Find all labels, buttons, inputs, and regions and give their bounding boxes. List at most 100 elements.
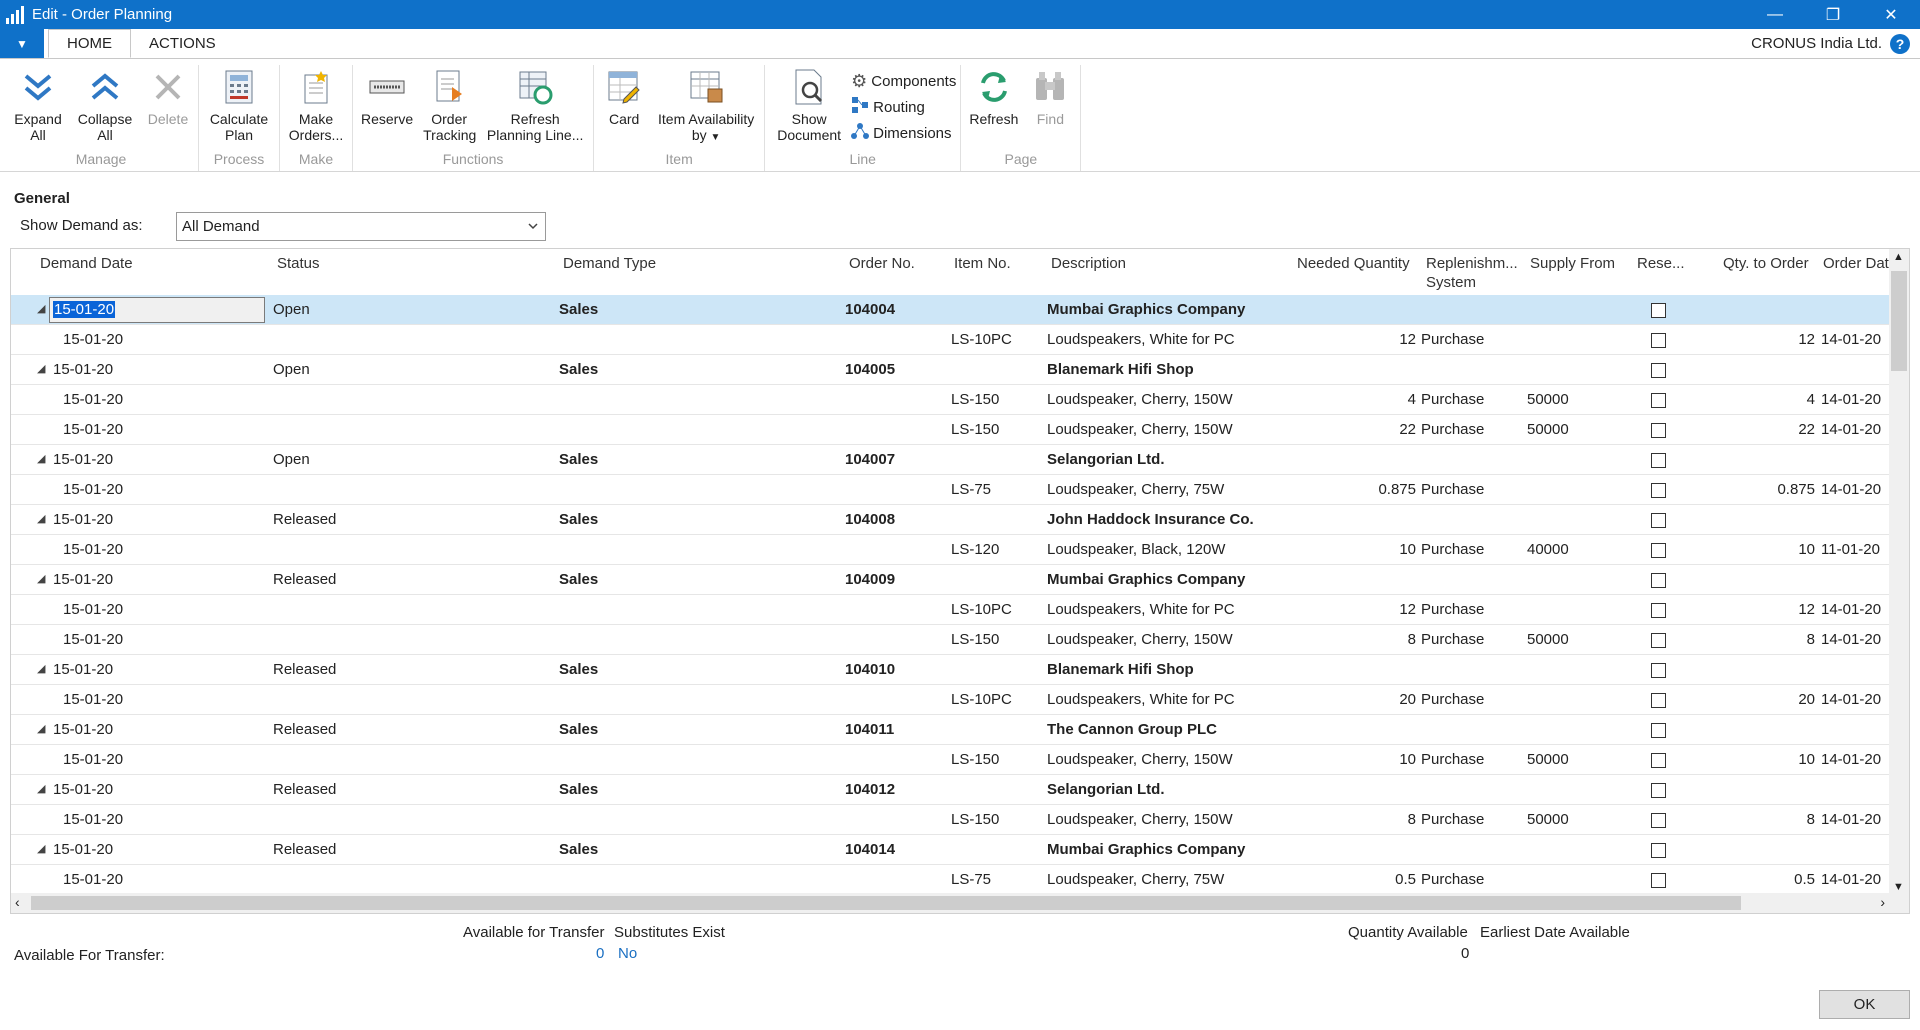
collapse-triangle-icon[interactable]: ◢ <box>37 842 45 855</box>
needed-quantity-cell[interactable]: 12 <box>1399 331 1416 348</box>
description-cell[interactable]: Mumbai Graphics Company <box>1047 571 1245 588</box>
description-cell[interactable]: Loudspeaker, Cherry, 75W <box>1047 871 1224 888</box>
reserve-checkbox[interactable] <box>1651 453 1666 468</box>
demand-date-cell[interactable]: 15-01-20 <box>63 601 123 618</box>
reserve-checkbox[interactable] <box>1651 603 1666 618</box>
demand-date-cell[interactable]: 15-01-20 <box>63 691 123 708</box>
reserve-checkbox[interactable] <box>1651 663 1666 678</box>
demand-type-cell[interactable]: Sales <box>559 661 598 678</box>
replenishment-cell[interactable]: Purchase <box>1421 751 1484 768</box>
qty-to-order-cell[interactable]: 22 <box>1798 421 1815 438</box>
order-date-cell[interactable]: 14-01-20 <box>1821 751 1881 768</box>
item-no-cell[interactable]: LS-150 <box>951 631 999 648</box>
description-cell[interactable]: Loudspeaker, Cherry, 150W <box>1047 811 1233 828</box>
help-icon[interactable]: ? <box>1890 33 1910 54</box>
replenishment-cell[interactable]: Purchase <box>1421 331 1484 348</box>
demand-type-cell[interactable]: Sales <box>559 721 598 738</box>
reserve-checkbox[interactable] <box>1651 393 1666 408</box>
reserve-checkbox[interactable] <box>1651 303 1666 318</box>
planning-line-row[interactable]: 15-01-20 LS-75 Loudspeaker, Cherry, 75W 0.5… <box>11 865 1889 895</box>
order-no-cell[interactable]: 104004 <box>845 301 895 318</box>
find-button[interactable]: Find <box>1024 65 1076 151</box>
demand-row[interactable]: ◢ 15-01-20 Released Sales 104010 Blanemark Hi… <box>11 655 1889 685</box>
status-cell[interactable]: Released <box>273 571 336 588</box>
demand-row[interactable]: ◢ 15-01-20 Open Sales 104004 Mumbai Graphics … <box>11 295 1889 325</box>
order-date-cell[interactable]: 14-01-20 <box>1821 391 1881 408</box>
expand-all-button[interactable]: Expand All <box>8 65 68 151</box>
vertical-scrollbar[interactable]: ▲ ▼ <box>1889 249 1909 895</box>
item-no-cell[interactable]: LS-10PC <box>951 601 1012 618</box>
order-no-cell[interactable]: 104012 <box>845 781 895 798</box>
order-no-cell[interactable]: 104011 <box>845 721 894 738</box>
col-replenishment-system[interactable]: Replenishm... System <box>1426 254 1518 292</box>
needed-quantity-cell[interactable]: 10 <box>1399 541 1416 558</box>
qty-to-order-cell[interactable]: 12 <box>1798 601 1815 618</box>
demand-row[interactable]: ◢ 15-01-20 Open Sales 104007 Selangorian Ltd. <box>11 445 1889 475</box>
planning-line-row[interactable]: 15-01-20 LS-120 Loudspeaker, Black, 120W 10… <box>11 535 1889 565</box>
description-cell[interactable]: Mumbai Graphics Company <box>1047 841 1245 858</box>
col-qty-to-order[interactable]: Qty. to Order <box>1723 254 1809 273</box>
replenishment-cell[interactable]: Purchase <box>1421 811 1484 828</box>
available-transfer-value[interactable]: 0 <box>596 945 604 962</box>
demand-row[interactable]: ◢ 15-01-20 Released Sales 104009 Mumbai Graph… <box>11 565 1889 595</box>
needed-quantity-cell[interactable]: 4 <box>1408 391 1416 408</box>
needed-quantity-cell[interactable]: 8 <box>1408 631 1416 648</box>
reserve-checkbox[interactable] <box>1651 333 1666 348</box>
description-cell[interactable]: Loudspeaker, Cherry, 150W <box>1047 631 1233 648</box>
order-date-cell[interactable]: 11-01-20 <box>1821 541 1880 558</box>
horizontal-scroll-thumb[interactable] <box>31 896 1741 910</box>
reserve-checkbox[interactable] <box>1651 573 1666 588</box>
order-tracking-button[interactable]: Order Tracking <box>419 65 479 151</box>
col-order-no[interactable]: Order No. <box>849 254 915 273</box>
demand-type-cell[interactable]: Sales <box>559 841 598 858</box>
ok-button[interactable]: OK <box>1819 990 1910 1019</box>
status-cell[interactable]: Open <box>273 451 310 468</box>
description-cell[interactable]: Loudspeaker, Black, 120W <box>1047 541 1225 558</box>
item-no-cell[interactable]: LS-150 <box>951 751 999 768</box>
order-no-cell[interactable]: 104009 <box>845 571 895 588</box>
replenishment-cell[interactable]: Purchase <box>1421 871 1484 888</box>
demand-date-cell[interactable]: 15-01-20 <box>53 511 113 528</box>
qty-to-order-cell[interactable]: 8 <box>1807 631 1815 648</box>
order-no-cell[interactable]: 104005 <box>845 361 895 378</box>
planning-line-row[interactable]: 15-01-20 LS-75 Loudspeaker, Cherry, 75W 0.8… <box>11 475 1889 505</box>
demand-date-cell[interactable]: 15-01-20 <box>53 571 113 588</box>
reserve-checkbox[interactable] <box>1651 783 1666 798</box>
replenishment-cell[interactable]: Purchase <box>1421 481 1484 498</box>
needed-quantity-cell[interactable]: 0.5 <box>1395 871 1416 888</box>
demand-date-cell[interactable]: 15-01-20 <box>53 451 113 468</box>
col-supply-from[interactable]: Supply From <box>1530 254 1615 273</box>
qty-to-order-cell[interactable]: 0.875 <box>1777 481 1815 498</box>
demand-type-cell[interactable]: Sales <box>559 451 598 468</box>
col-demand-type[interactable]: Demand Type <box>563 254 656 273</box>
needed-quantity-cell[interactable]: 10 <box>1399 751 1416 768</box>
reserve-checkbox[interactable] <box>1651 843 1666 858</box>
replenishment-cell[interactable]: Purchase <box>1421 421 1484 438</box>
minimize-button[interactable]: — <box>1746 0 1804 29</box>
supply-from-cell[interactable]: 50000 <box>1527 391 1569 408</box>
scroll-right-icon[interactable]: › <box>1880 894 1885 910</box>
order-no-cell[interactable]: 104007 <box>845 451 895 468</box>
card-button[interactable]: Card <box>598 65 650 151</box>
description-cell[interactable]: Mumbai Graphics Company <box>1047 301 1245 318</box>
replenishment-cell[interactable]: Purchase <box>1421 631 1484 648</box>
demand-type-cell[interactable]: Sales <box>559 571 598 588</box>
collapse-triangle-icon[interactable]: ◢ <box>37 302 45 315</box>
planning-line-row[interactable]: 15-01-20 LS-10PC Loudspeakers, White for P… <box>11 595 1889 625</box>
planning-line-row[interactable]: 15-01-20 LS-10PC Loudspeakers, White for P… <box>11 325 1889 355</box>
scroll-down-icon[interactable]: ▼ <box>1893 881 1904 893</box>
item-no-cell[interactable]: LS-120 <box>951 541 999 558</box>
item-availability-button[interactable]: Item Availability by ▼ <box>652 65 760 151</box>
close-button[interactable]: ✕ <box>1862 0 1920 29</box>
replenishment-cell[interactable]: Purchase <box>1421 541 1484 558</box>
demand-date-input[interactable]: 15-01-20 <box>49 297 265 323</box>
qty-to-order-cell[interactable]: 10 <box>1798 751 1815 768</box>
delete-button[interactable]: Delete <box>142 65 194 151</box>
supply-from-cell[interactable]: 50000 <box>1527 631 1569 648</box>
col-needed-quantity[interactable]: Needed Quantity <box>1297 254 1410 273</box>
demand-date-cell[interactable]: 15-01-20 <box>53 721 113 738</box>
app-menu-button[interactable]: ▼ <box>0 29 44 58</box>
description-cell[interactable]: The Cannon Group PLC <box>1047 721 1217 738</box>
status-cell[interactable]: Released <box>273 841 336 858</box>
demand-date-cell[interactable]: 15-01-20 <box>63 421 123 438</box>
